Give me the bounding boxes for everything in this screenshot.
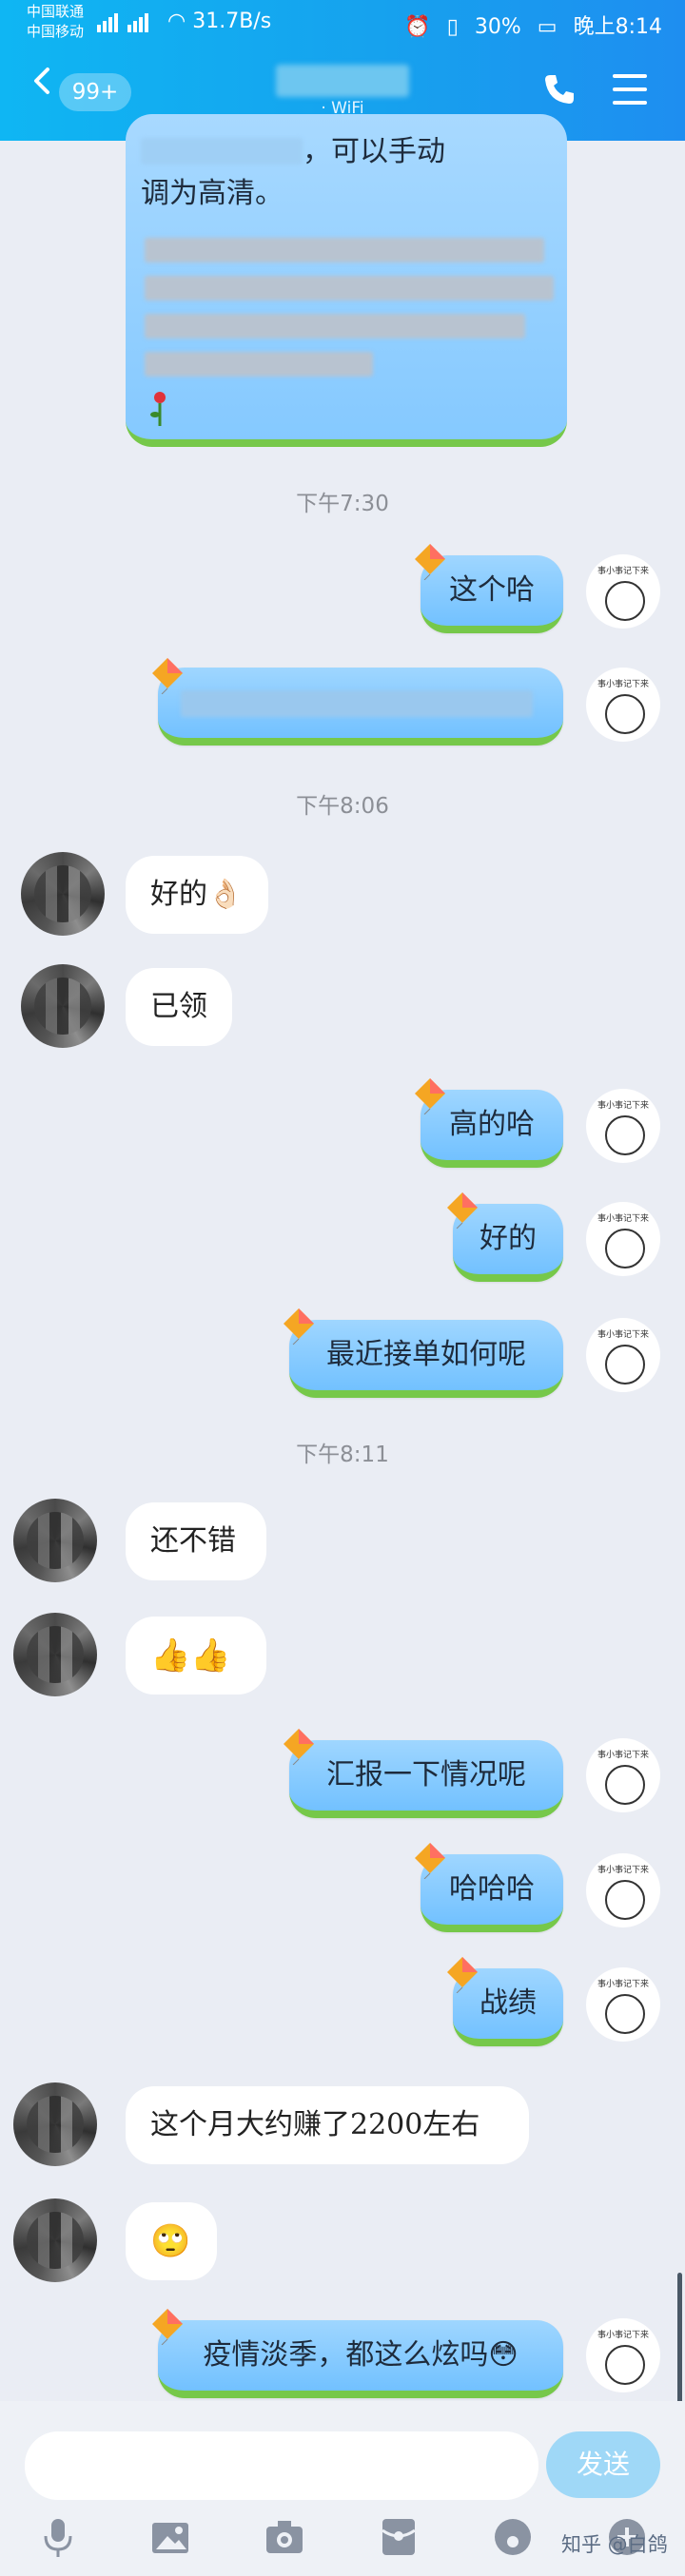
kite-icon <box>284 1729 314 1765</box>
received-message[interactable]: 好的👌🏻 <box>126 856 268 934</box>
phone-icon[interactable] <box>542 72 577 107</box>
received-message[interactable]: 🙄 <box>126 2202 217 2280</box>
send-button[interactable]: 发送 <box>546 2431 660 2498</box>
received-message[interactable]: 已领 <box>126 968 232 1046</box>
contact-avatar[interactable] <box>13 1613 97 1696</box>
sent-message[interactable]: 最近接单如何呢 <box>289 1320 563 1398</box>
timestamp: 下午8:11 <box>296 1443 389 1467</box>
contact-avatar[interactable] <box>21 964 105 1048</box>
camera-icon[interactable] <box>263 2515 306 2559</box>
back-arrow-icon[interactable] <box>29 67 57 95</box>
my-avatar[interactable]: 事小事记下来 <box>586 1967 660 2042</box>
kite-icon <box>447 1957 478 1993</box>
status-bar: 中国联通 中国移动 ◠ 31.7B/s ⏰ ▯ 30% ▭ 晚上8:14 <box>0 0 685 48</box>
wifi-icon: ◠ <box>167 10 186 33</box>
clock: 晚上8:14 <box>573 15 662 39</box>
kite-icon <box>415 544 445 580</box>
kite-icon <box>415 1078 445 1114</box>
signal-icon <box>97 13 148 32</box>
battery-percent: 30% <box>474 15 521 39</box>
received-message[interactable]: 还不错 <box>126 1502 266 1580</box>
microphone-icon[interactable] <box>36 2515 80 2559</box>
menu-icon[interactable] <box>613 74 647 105</box>
kite-icon <box>152 2309 183 2345</box>
contact-avatar[interactable] <box>21 852 105 936</box>
scrollbar[interactable] <box>677 2273 682 2406</box>
redacted-block <box>145 276 554 300</box>
contact-name-blurred <box>276 65 409 97</box>
redacted-block <box>145 238 544 262</box>
kite-icon <box>415 1843 445 1879</box>
redacted-block <box>145 314 525 339</box>
sent-message[interactable]: 疫情淡季，都这么炫吗😳 <box>158 2320 563 2398</box>
my-avatar[interactable]: 事小事记下来 <box>586 2318 660 2392</box>
alarm-icon: ⏰ <box>404 15 431 39</box>
rose-icon <box>150 392 166 426</box>
sent-message-redacted[interactable] <box>158 668 563 746</box>
carrier-2: 中国移动 <box>27 23 85 40</box>
received-message[interactable]: 这个月大约赚了2200左右 <box>126 2086 529 2164</box>
my-avatar[interactable]: 事小事记下来 <box>586 1089 660 1163</box>
kite-icon <box>447 1192 478 1229</box>
redacted-block <box>145 352 373 377</box>
status-right: ⏰ ▯ 30% ▭ 晚上8:14 <box>395 10 662 40</box>
my-avatar[interactable]: 事小事记下来 <box>586 1738 660 1812</box>
redacted-text <box>181 690 533 717</box>
image-icon[interactable] <box>148 2515 192 2559</box>
emoji-icon[interactable] <box>491 2515 535 2559</box>
message-input[interactable] <box>25 2431 538 2500</box>
timestamp: 下午7:30 <box>296 492 389 516</box>
battery-icon: ▭ <box>537 15 558 39</box>
my-avatar[interactable]: 事小事记下来 <box>586 668 660 742</box>
received-message[interactable]: 👍👍 <box>126 1617 266 1695</box>
kite-icon <box>284 1308 314 1345</box>
image-message-bubble[interactable]: ，可以手动 调为高清。 <box>126 114 567 447</box>
net-speed: ◠ 31.7B/s <box>167 10 271 33</box>
my-avatar[interactable]: 事小事记下来 <box>586 1202 660 1276</box>
kite-icon <box>152 658 183 694</box>
my-avatar[interactable]: 事小事记下来 <box>586 554 660 629</box>
contact-avatar[interactable] <box>13 2198 97 2282</box>
my-avatar[interactable]: 事小事记下来 <box>586 1853 660 1927</box>
unread-badge[interactable]: 99+ <box>59 73 131 111</box>
contact-avatar[interactable] <box>13 2082 97 2166</box>
carrier-info: 中国联通 中国移动 <box>27 2 84 42</box>
message-line-1: ，可以手动 <box>141 127 445 169</box>
red-packet-icon[interactable] <box>377 2515 421 2559</box>
my-avatar[interactable]: 事小事记下来 <box>586 1318 660 1392</box>
vibrate-icon: ▯ <box>446 15 459 39</box>
net-speed-value: 31.7B/s <box>192 10 272 33</box>
timestamp: 下午8:06 <box>296 794 389 819</box>
sent-message[interactable]: 汇报一下情况呢 <box>289 1740 563 1818</box>
watermark: 知乎 @白鸽 <box>561 2533 668 2556</box>
message-line-2: 调为高清。 <box>141 177 284 210</box>
carrier-1: 中国联通 <box>27 3 85 20</box>
contact-avatar[interactable] <box>13 1499 97 1582</box>
redacted-text <box>141 138 303 165</box>
